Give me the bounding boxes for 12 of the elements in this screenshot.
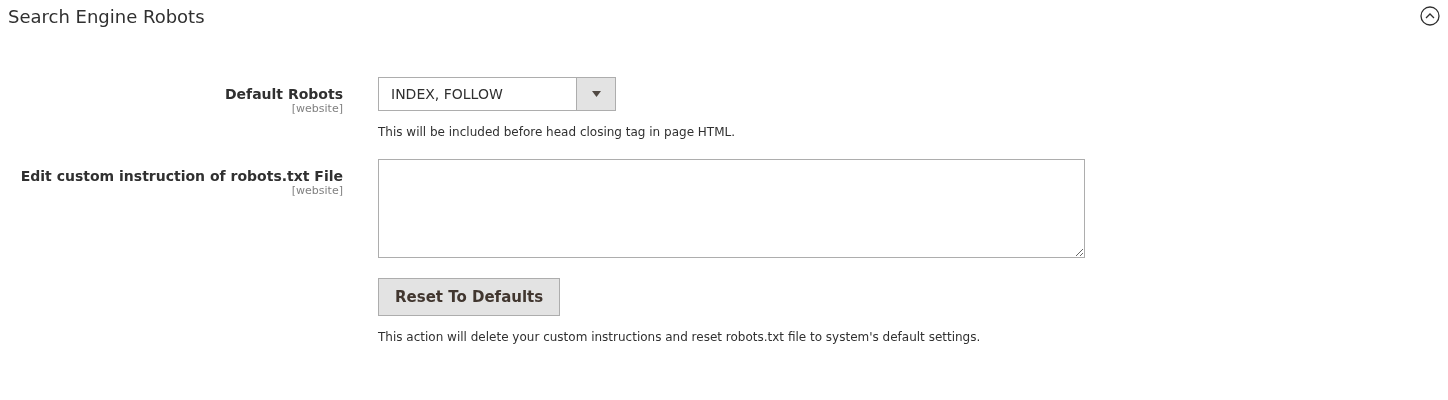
field-note: This action will delete your custom instructions and reset robots.txt file to system's default settings. (378, 330, 981, 344)
field-label: Default Robots (224, 86, 343, 102)
robots-text-field[interactable] (378, 159, 1085, 258)
reset-button[interactable]: Reset To Defaults (378, 278, 561, 316)
field-label: Edit custom instruction of robots.txt File (20, 168, 343, 184)
scope-label: [website] (291, 184, 343, 197)
caret-icon (591, 91, 601, 97)
collapse-icon[interactable] (1420, 6, 1440, 26)
robots-select[interactable]: INDEX, FOLLOW (378, 77, 616, 111)
field-note: This will be included before head closing tag in page HTML. (378, 125, 736, 139)
scope-label: [website] (291, 102, 343, 115)
section-title: Search Engine Robots (8, 5, 205, 27)
